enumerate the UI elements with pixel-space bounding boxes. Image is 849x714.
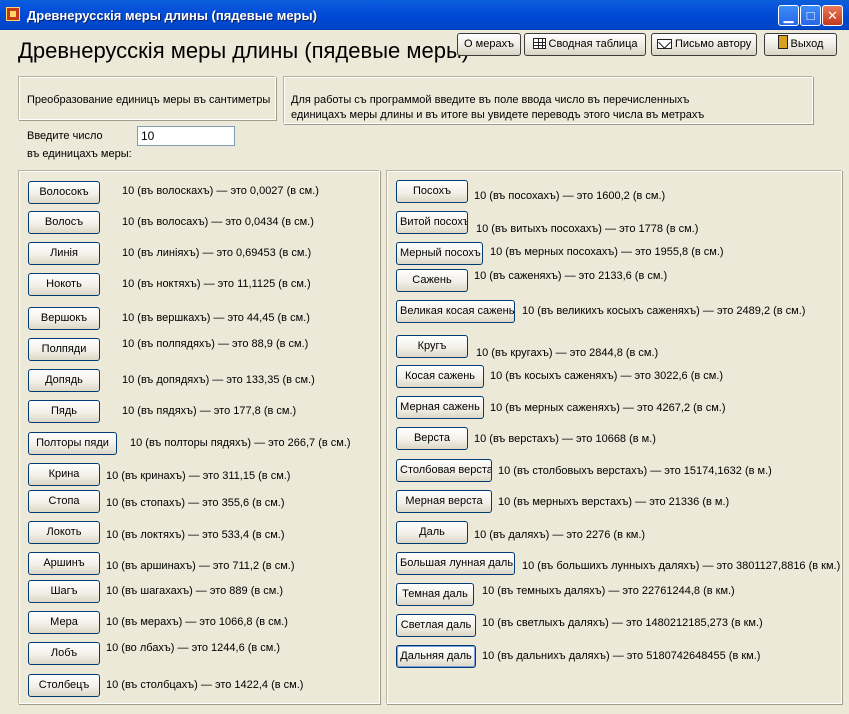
info-panel-right: Для работы съ программой введите въ поле… [283, 76, 813, 124]
page-title: Древнерусскія меры длины (пядевые меры) [18, 38, 470, 63]
unit-result: 10 (въ мерахъ) — это 1066,8 (в см.) [106, 616, 288, 628]
unit-result: 10 (въ посохахъ) — это 1600,2 (в см.) [474, 190, 666, 202]
minimize-button[interactable]: ▁ [778, 5, 799, 26]
info-right-line1: Для работы съ программой введите въ поле… [291, 94, 690, 106]
unit-button-lob[interactable]: Лобъ [28, 642, 100, 665]
about-button[interactable]: О мерахъ [457, 33, 521, 56]
unit-button-versta[interactable]: Верста [396, 427, 468, 450]
unit-button-voloskok[interactable]: Волосокъ [28, 181, 100, 204]
unit-result: 10 (въ большихъ лунныхъ даляхъ) — это 38… [522, 560, 841, 572]
unit-button-mera[interactable]: Мера [28, 611, 100, 634]
info-panel-left: Преобразование единицъ меры въ сантиметр… [18, 76, 276, 120]
input-label-line2: въ единицахъ меры: [27, 148, 132, 160]
unit-button-pyad[interactable]: Пядь [28, 400, 100, 423]
unit-result: 10 (въ шагахахъ) — это 889 (в см.) [106, 585, 284, 597]
unit-button-lokot[interactable]: Локоть [28, 521, 100, 544]
unit-button-velikaya-kosaya-sazhen[interactable]: Великая косая сажень [396, 300, 515, 323]
unit-button-merny-posokh[interactable]: Мерный посохъ [396, 242, 483, 265]
unit-result: 10 (въ светлыхъ даляхъ) — это 1480212185… [482, 617, 763, 629]
unit-result: 10 (въ столбовыхъ верстахъ) — это 15174,… [498, 465, 772, 477]
unit-result: 10 (въ косыхъ саженяхъ) — это 3022,6 (в … [490, 370, 724, 382]
unit-button-polpyadi[interactable]: Полпяди [28, 338, 100, 361]
unit-button-svetlaya-dal[interactable]: Светлая даль [396, 614, 476, 637]
table-icon [532, 38, 546, 49]
unit-button-stolbovaya-versta[interactable]: Столбовая верста [396, 459, 492, 482]
unit-result: 10 (въ аршинахъ) — это 711,2 (в см.) [106, 560, 295, 572]
unit-result: 10 (въ саженяхъ) — это 2133,6 (в см.) [474, 270, 668, 282]
unit-button-liniya[interactable]: Линія [28, 242, 100, 265]
unit-button-poltory-pyadi[interactable]: Полторы пяди [28, 432, 117, 455]
unit-button-shag[interactable]: Шагъ [28, 580, 100, 603]
unit-result: 10 (въ мерных саженяхъ) — это 4267,2 (в … [490, 402, 726, 414]
unit-result: 10 (въ полторы пядяхъ) — это 266,7 (в см… [130, 437, 351, 449]
number-input[interactable] [137, 126, 235, 146]
unit-button-stopa[interactable]: Стопа [28, 490, 100, 513]
unit-result: 10 (въ пядяхъ) — это 177,8 (в см.) [122, 405, 297, 417]
letter-author-label: Письмо автору [675, 38, 752, 50]
exit-door-icon [777, 35, 788, 49]
summary-table-button[interactable]: Сводная таблица [524, 33, 646, 56]
unit-button-vitoy-posokh[interactable]: Витой посохъ [396, 211, 468, 234]
unit-button-krina[interactable]: Крина [28, 463, 100, 486]
window-title: Древнерусскія меры длины (пядевые меры) [27, 8, 317, 23]
unit-button-sazhen[interactable]: Сажень [396, 269, 468, 292]
unit-button-dalnyaya-dal[interactable]: Дальняя даль [396, 645, 476, 668]
unit-result: 10 (въ волоскахъ) — это 0,0027 (в см.) [122, 185, 319, 197]
unit-result: 10 (въ столбцахъ) — это 1422,4 (в см.) [106, 679, 304, 691]
letter-author-button[interactable]: Письмо автору [651, 33, 757, 56]
unit-button-volos[interactable]: Волосъ [28, 211, 100, 234]
unit-button-temnaya-dal[interactable]: Темная даль [396, 583, 474, 606]
unit-result: 10 (въ волосахъ) — это 0,0434 (в см.) [122, 216, 314, 228]
app-icon [6, 7, 20, 21]
unit-result: 10 (въ стопахъ) — это 355,6 (в см.) [106, 497, 285, 509]
unit-result: 10 (въ дальнихъ даляхъ) — это 5180742648… [482, 650, 761, 662]
unit-result: 10 (въ допядяхъ) — это 133,35 (в см.) [122, 374, 315, 386]
unit-result: 10 (въ великихъ косыхъ саженяхъ) — это 2… [522, 305, 806, 317]
unit-result: 10 (въ даляхъ) — это 2276 (в км.) [474, 529, 646, 541]
unit-button-mernaya-versta[interactable]: Мерная верста [396, 490, 492, 513]
unit-button-nokot[interactable]: Нокоть [28, 273, 100, 296]
maximize-button[interactable]: □ [800, 5, 821, 26]
unit-result: 10 (въ ноктяхъ) — это 11,1125 (в см.) [122, 278, 311, 290]
unit-button-dal[interactable]: Даль [396, 521, 468, 544]
exit-label: Выход [790, 38, 824, 50]
unit-result: 10 (въ кругахъ) — это 2844,8 (в см.) [476, 347, 659, 359]
unit-result: 10 (въ мерных посохахъ) — это 1955,8 (в … [490, 246, 724, 258]
close-button[interactable]: ✕ [822, 5, 843, 26]
unit-result: 10 (въ витыхъ посохахъ) — это 1778 (в см… [476, 223, 699, 235]
unit-button-arshin[interactable]: Аршинъ [28, 552, 100, 575]
about-button-label: О мерахъ [464, 38, 514, 50]
unit-button-krug[interactable]: Кругъ [396, 335, 468, 358]
unit-button-stolbets[interactable]: Столбецъ [28, 674, 100, 697]
unit-result: 10 (въ линіяхъ) — это 0,69453 (в см.) [122, 247, 312, 259]
unit-result: 10 (во лбахъ) — это 1244,6 (в см.) [106, 642, 281, 654]
unit-result: 10 (въ верстахъ) — это 10668 (в м.) [474, 433, 656, 445]
unit-result: 10 (въ локтяхъ) — это 533,4 (в см.) [106, 529, 285, 541]
unit-button-bolshaya-lunnaya-dal[interactable]: Большая лунная даль [396, 552, 515, 575]
unit-result: 10 (въ темныхъ даляхъ) — это 22761244,8 … [482, 585, 735, 597]
unit-result: 10 (въ кринахъ) — это 311,15 (в см.) [106, 470, 291, 482]
summary-table-label: Сводная таблица [548, 38, 638, 50]
unit-button-dopyad[interactable]: Допядь [28, 369, 100, 392]
envelope-icon [657, 39, 672, 49]
window-titlebar[interactable]: Древнерусскія меры длины (пядевые меры) … [0, 0, 849, 30]
unit-result: 10 (въ мерныхъ верстахъ) — это 21336 (в … [498, 496, 730, 508]
exit-button[interactable]: Выход [764, 33, 837, 56]
unit-button-vershok[interactable]: Вершокъ [28, 307, 100, 330]
unit-button-mernaya-sazhen[interactable]: Мерная сажень [396, 396, 484, 419]
unit-button-posokh[interactable]: Посохъ [396, 180, 468, 203]
unit-result: 10 (въ вершкахъ) — это 44,45 (в см.) [122, 312, 310, 324]
info-right-line2: единицахъ меры длины и въ итоге вы увиде… [291, 109, 705, 121]
unit-button-kosaya-sazhen[interactable]: Косая сажень [396, 365, 484, 388]
unit-result: 10 (въ полпядяхъ) — это 88,9 (в см.) [122, 338, 309, 350]
input-label-line1: Введите число [27, 130, 103, 142]
info-left-text: Преобразование единицъ меры въ сантиметр… [27, 94, 271, 106]
